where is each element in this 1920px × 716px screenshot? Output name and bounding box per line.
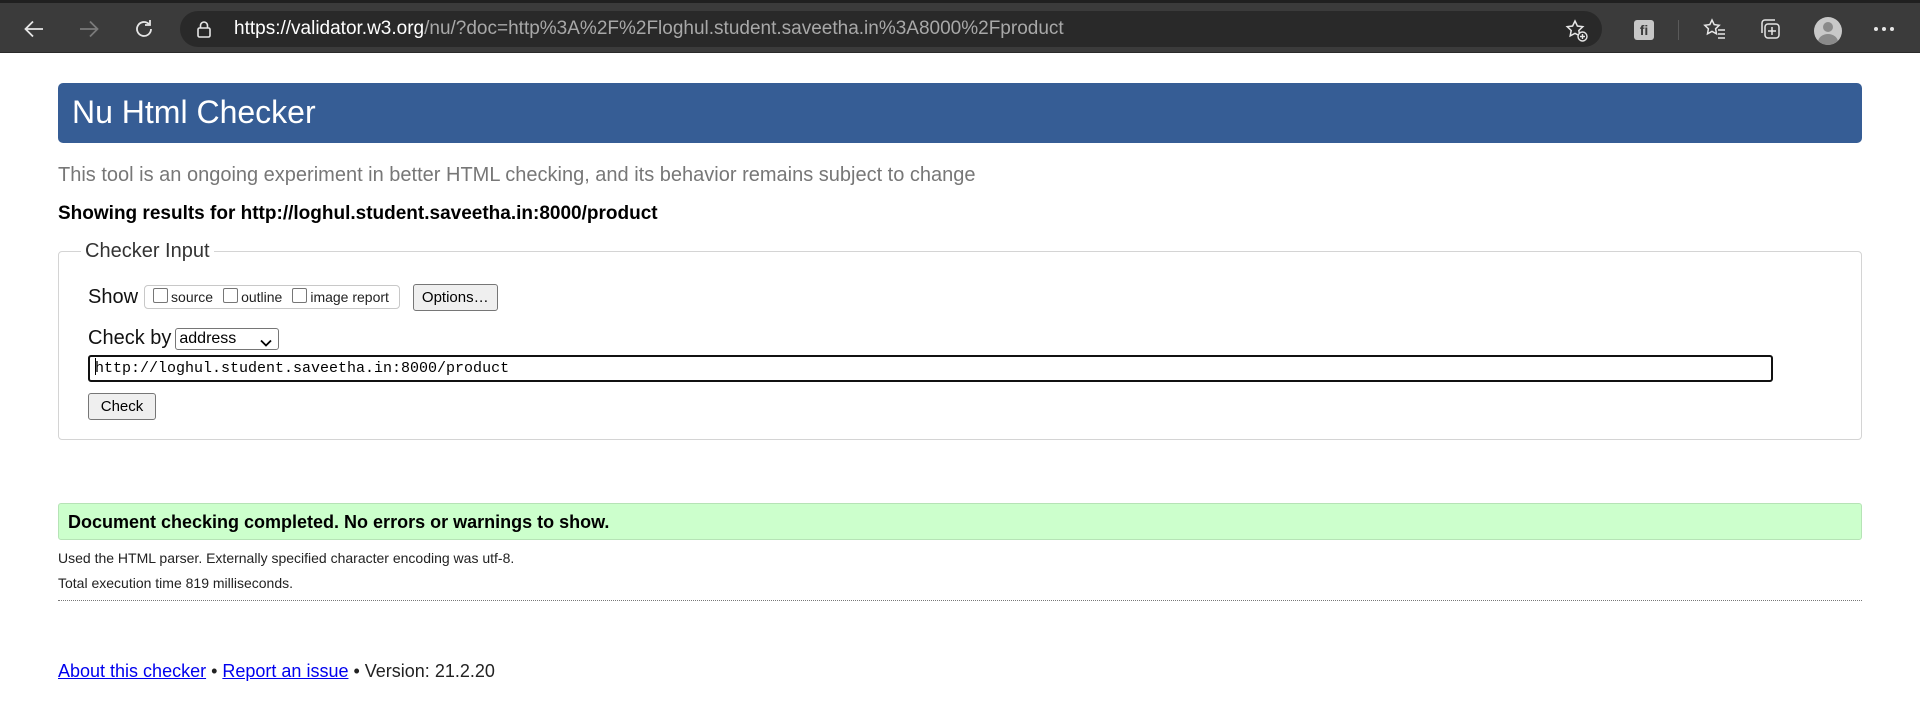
- page-subtitle: This tool is an ongoing experiment in be…: [58, 164, 976, 186]
- lock-icon[interactable]: [196, 20, 212, 43]
- parser-info: Used the HTML parser. Externally specifi…: [58, 550, 515, 566]
- footer: About this checker • Report an issue • V…: [58, 661, 495, 682]
- chevron-down-icon: [260, 334, 273, 352]
- image-report-checkbox[interactable]: [292, 287, 308, 303]
- forward-arrow-icon[interactable]: [71, 11, 107, 47]
- collections-icon[interactable]: [1752, 11, 1788, 47]
- options-button[interactable]: Options…: [412, 283, 498, 311]
- check-by-row: Check by address: [88, 327, 280, 352]
- success-text: Document checking completed. No errors o…: [68, 512, 610, 532]
- extension-icon[interactable]: fi: [1634, 20, 1654, 40]
- url-host: https://validator.w3.org: [234, 18, 425, 39]
- result-success-message: Document checking completed. No errors o…: [58, 503, 1862, 540]
- address-bar[interactable]: https://validator.w3.org/nu/?doc=http%3A…: [180, 11, 1602, 47]
- checker-input-fieldset: Checker Input: [58, 240, 1862, 440]
- url-text[interactable]: https://validator.w3.org/nu/?doc=http%3A…: [234, 19, 1064, 39]
- report-issue-link[interactable]: Report an issue: [222, 661, 348, 681]
- toolbar-divider: [1678, 20, 1679, 40]
- source-checkbox[interactable]: [153, 287, 169, 303]
- refresh-icon[interactable]: [126, 11, 162, 47]
- source-checkbox-label[interactable]: source: [171, 289, 213, 305]
- show-options-group: source outline image report: [144, 285, 400, 309]
- outline-checkbox[interactable]: [223, 287, 239, 303]
- check-by-label: Check by: [88, 327, 172, 349]
- execution-time: Total execution time 819 milliseconds.: [58, 575, 294, 591]
- checker-banner: Nu Html Checker: [58, 83, 1862, 143]
- back-arrow-icon[interactable]: [16, 11, 52, 47]
- about-checker-link[interactable]: About this checker: [58, 661, 206, 681]
- check-by-value: address: [179, 329, 237, 347]
- check-by-select[interactable]: address: [175, 327, 280, 352]
- browser-toolbar: https://validator.w3.org/nu/?doc=http%3A…: [0, 0, 1920, 53]
- outline-checkbox-label[interactable]: outline: [241, 289, 282, 305]
- show-options-row: Show source outline image report Options…: [88, 283, 498, 311]
- url-path: /nu/?doc=http%3A%2F%2Floghul.student.sav…: [424, 18, 1064, 39]
- check-button[interactable]: Check: [88, 393, 156, 420]
- image-report-checkbox-label[interactable]: image report: [310, 289, 389, 305]
- favorites-icon[interactable]: [1697, 11, 1733, 47]
- document-url-value: http://loghul.student.saveetha.in:8000/p…: [95, 360, 510, 377]
- results-heading: Showing results for http://loghul.studen…: [58, 203, 658, 224]
- profile-avatar-icon[interactable]: [1814, 17, 1842, 45]
- page-title: Nu Html Checker: [72, 94, 316, 130]
- version-text: • Version: 21.2.20: [348, 661, 495, 681]
- show-label: Show: [88, 285, 139, 308]
- more-icon[interactable]: [1866, 11, 1902, 47]
- document-url-input[interactable]: http://loghul.student.saveetha.in:8000/p…: [88, 355, 1773, 382]
- footer-separator: •: [206, 661, 223, 681]
- checker-input-legend: Checker Input: [85, 240, 210, 262]
- favorite-add-icon[interactable]: [1564, 18, 1588, 47]
- results-divider: [58, 600, 1862, 601]
